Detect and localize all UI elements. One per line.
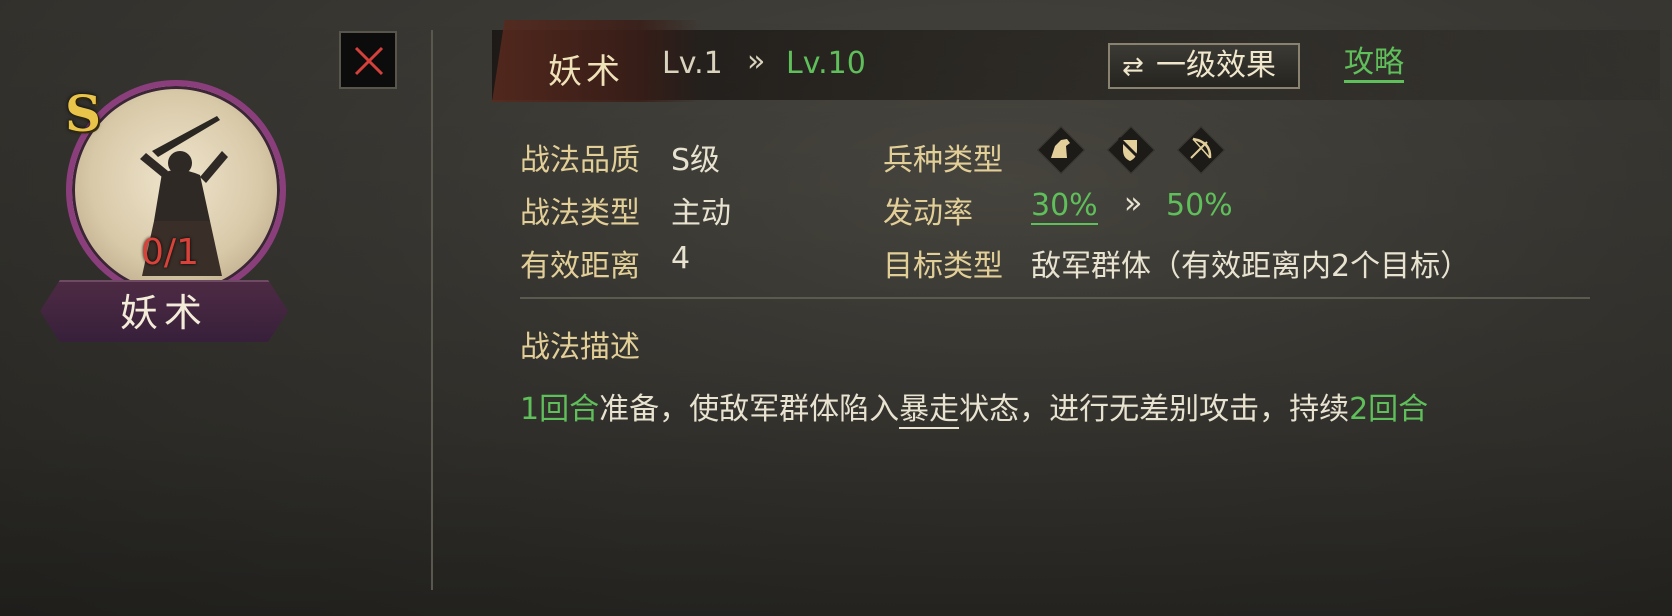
panel-divider <box>431 30 433 590</box>
effect-level-label: 一级效果 <box>1156 48 1276 83</box>
troop-type-label: 兵种类型 <box>883 143 1003 178</box>
level-max: Lv.10 <box>786 46 866 81</box>
quality-label: 战法品质 <box>520 143 640 178</box>
grade-badge: S <box>65 84 102 143</box>
close-icon <box>354 46 384 76</box>
skill-name-banner-text: 妖术 <box>119 291 208 335</box>
trigger-rate-label: 发动率 <box>883 196 973 231</box>
guide-link[interactable]: 攻略 <box>1344 46 1404 83</box>
description-title: 战法描述 <box>520 330 640 365</box>
quality-value: S级 <box>671 143 721 178</box>
section-divider <box>520 297 1590 299</box>
range-label: 有效距离 <box>520 249 640 284</box>
type-value: 主动 <box>671 196 731 231</box>
prep-turns: 1回合 <box>520 392 600 427</box>
effect-level-button[interactable]: ⇄ 一级效果 <box>1108 43 1300 89</box>
duration-turns: 2回合 <box>1349 392 1429 427</box>
level-current: Lv.1 <box>662 46 723 81</box>
rampage-status-link[interactable]: 暴走 <box>899 392 960 429</box>
trigger-rate-current[interactable]: 30% <box>1031 188 1098 225</box>
swap-arrows-icon: ⇄ <box>1122 52 1144 82</box>
target-type-label: 目标类型 <box>883 249 1003 284</box>
close-button[interactable] <box>339 31 397 89</box>
rate-arrow-icon: » <box>1124 186 1143 221</box>
description-text-2: 状态，进行无差别攻击，持续 <box>959 392 1350 427</box>
level-arrow-icon: » <box>747 44 766 79</box>
type-label: 战法类型 <box>520 196 640 231</box>
bow-archer-icon <box>1176 125 1226 175</box>
description-text-1: 准备，使敌军群体陷入 <box>599 392 900 427</box>
cavalry-icon <box>1036 125 1086 175</box>
skill-title: 妖术 <box>548 52 624 92</box>
range-value: 4 <box>671 241 691 276</box>
shield-infantry-icon <box>1106 125 1156 175</box>
trigger-rate-max: 50% <box>1166 188 1233 223</box>
skill-description: 1回合准备，使敌军群体陷入暴走状态，进行无差别攻击，持续2回合 <box>520 384 1429 429</box>
target-type-value: 敌军群体（有效距离内2个目标） <box>1031 249 1471 284</box>
owned-count: 0/1 <box>141 232 199 273</box>
